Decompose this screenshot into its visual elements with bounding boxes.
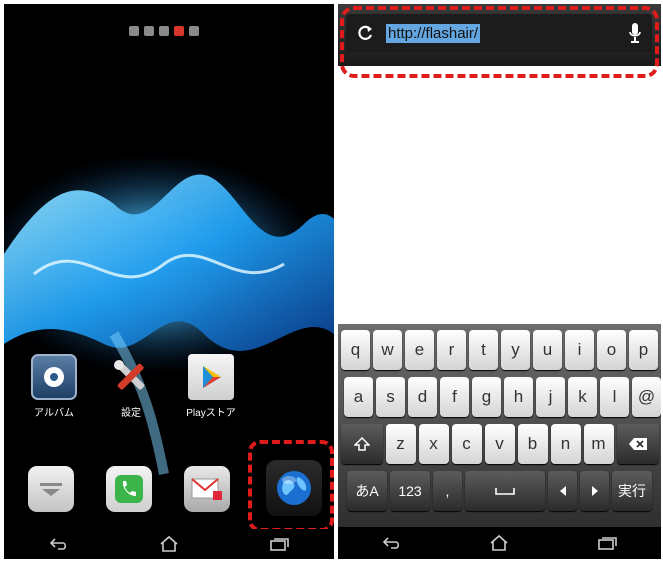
keyboard-row-2: a s d f g h j k l @	[338, 377, 661, 417]
keyboard-row-1: q w e r t y u i o p	[338, 330, 661, 370]
backspace-icon[interactable]	[616, 424, 659, 464]
key-p[interactable]: p	[629, 330, 658, 370]
keyboard-row-4: あA 123 , 実行	[338, 471, 661, 511]
navigation-bar	[338, 527, 661, 559]
home-screen: アルバム 設定 Playストア	[4, 4, 334, 559]
key-m[interactable]: m	[583, 424, 614, 464]
key-n[interactable]: n	[550, 424, 581, 464]
key-f[interactable]: f	[440, 377, 469, 417]
app-settings-label: 設定	[121, 408, 141, 419]
key-k[interactable]: k	[568, 377, 597, 417]
back-icon[interactable]	[44, 533, 74, 555]
keyboard-row-3: z x c v b n m	[338, 424, 661, 464]
app-settings[interactable]: 設定	[96, 354, 166, 419]
app-play-store-label: Playストア	[186, 408, 236, 419]
browser-screen: http://flashair/ q w e r t y u i o p a s…	[338, 4, 661, 559]
key-i[interactable]: i	[565, 330, 594, 370]
space-icon	[495, 488, 515, 495]
page-dot-active	[174, 26, 184, 36]
cursor-left-icon[interactable]	[548, 471, 577, 511]
space-bar[interactable]	[465, 471, 545, 511]
key-l[interactable]: l	[600, 377, 629, 417]
page-dot	[129, 26, 139, 36]
key-z[interactable]: z	[385, 424, 416, 464]
key-w[interactable]: w	[373, 330, 402, 370]
app-play-store[interactable]: Playストア	[176, 354, 246, 419]
home-icon[interactable]	[484, 532, 514, 554]
key-e[interactable]: e	[405, 330, 434, 370]
key-enter[interactable]: 実行	[612, 471, 652, 511]
key-g[interactable]: g	[472, 377, 501, 417]
mail-icon[interactable]	[184, 466, 230, 512]
play-store-icon	[188, 354, 234, 400]
key-comma[interactable]: ,	[433, 471, 462, 511]
key-o[interactable]: o	[597, 330, 626, 370]
key-at[interactable]: @	[632, 377, 661, 417]
key-y[interactable]: y	[501, 330, 530, 370]
browser-highlight-marker	[248, 440, 334, 532]
key-x[interactable]: x	[418, 424, 449, 464]
key-u[interactable]: u	[533, 330, 562, 370]
key-a[interactable]: a	[344, 377, 373, 417]
page-indicator	[129, 26, 199, 36]
key-c[interactable]: c	[451, 424, 482, 464]
back-icon[interactable]	[377, 532, 407, 554]
key-d[interactable]: d	[408, 377, 437, 417]
key-numbers[interactable]: 123	[390, 471, 430, 511]
navigation-bar	[4, 529, 334, 559]
key-b[interactable]: b	[517, 424, 548, 464]
page-dot	[144, 26, 154, 36]
page-dot	[159, 26, 169, 36]
url-highlight-marker	[340, 6, 659, 78]
key-input-mode[interactable]: あA	[347, 471, 387, 511]
key-v[interactable]: v	[484, 424, 515, 464]
key-h[interactable]: h	[504, 377, 533, 417]
album-icon	[31, 354, 77, 400]
key-s[interactable]: s	[376, 377, 405, 417]
key-j[interactable]: j	[536, 377, 565, 417]
key-r[interactable]: r	[437, 330, 466, 370]
shift-icon[interactable]	[340, 424, 383, 464]
settings-tools-icon	[108, 354, 154, 400]
home-icon[interactable]	[154, 533, 184, 555]
key-t[interactable]: t	[469, 330, 498, 370]
app-album-label: アルバム	[34, 408, 74, 419]
phone-icon[interactable]	[106, 466, 152, 512]
cursor-right-icon[interactable]	[580, 471, 609, 511]
page-dot	[189, 26, 199, 36]
key-q[interactable]: q	[341, 330, 370, 370]
software-keyboard: q w e r t y u i o p a s d f g h j k l @	[338, 324, 661, 529]
recent-apps-icon[interactable]	[592, 532, 622, 554]
app-album[interactable]: アルバム	[19, 354, 89, 419]
app-drawer-icon[interactable]	[28, 466, 74, 512]
recent-apps-icon[interactable]	[264, 533, 294, 555]
